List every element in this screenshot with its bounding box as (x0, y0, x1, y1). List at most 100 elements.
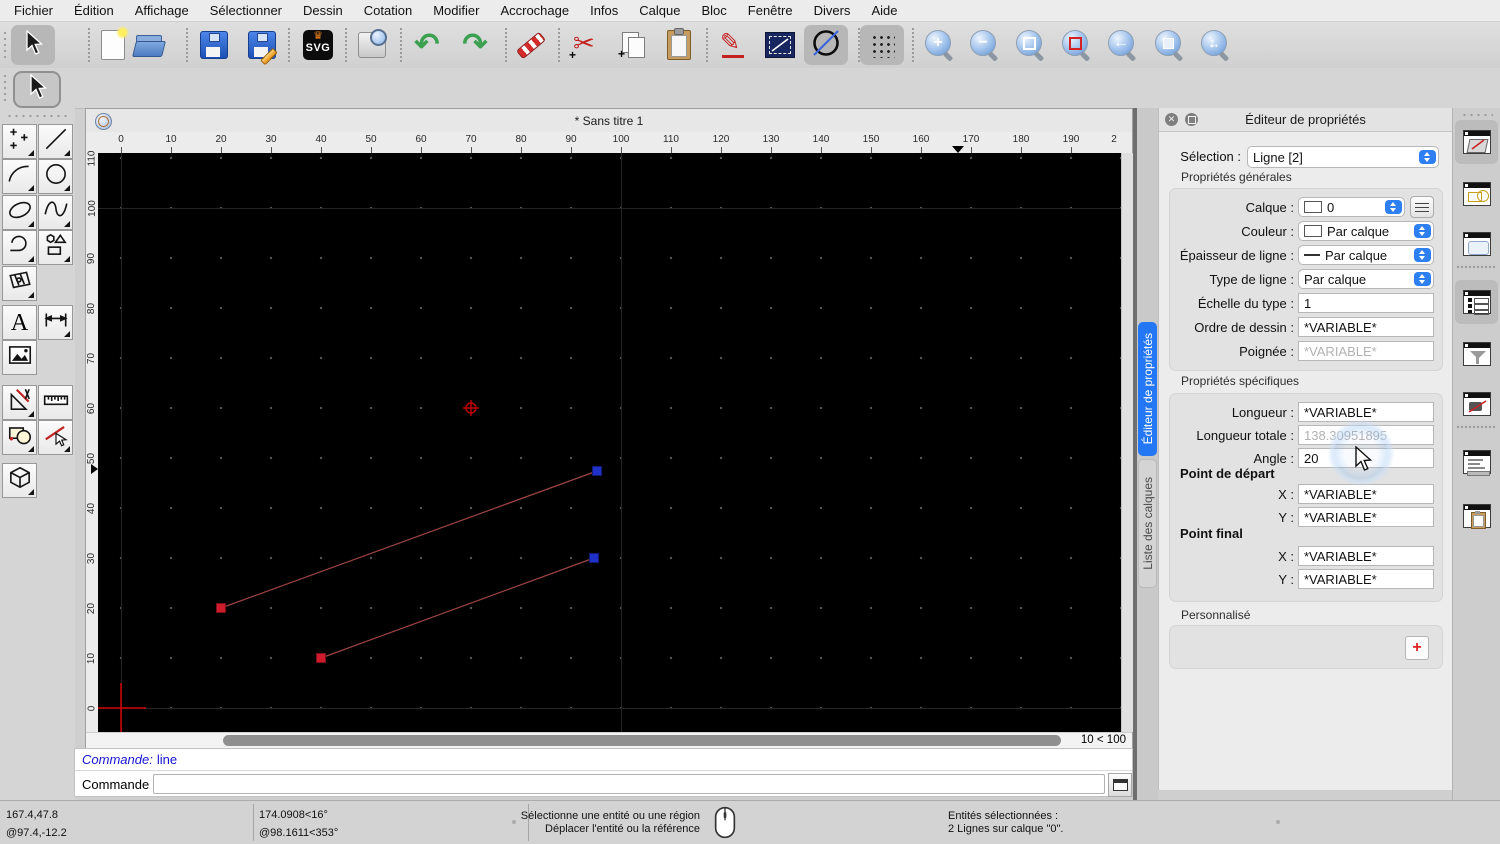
delete-button[interactable] (509, 25, 553, 65)
paste-button[interactable] (657, 25, 701, 65)
dropdown-stepper-icon[interactable] (1414, 248, 1431, 262)
end-point-handle[interactable] (590, 554, 599, 563)
grid-toggle-button[interactable] (860, 25, 904, 65)
panel-tab-property-editor[interactable]: Éditeur de propriétés (1138, 322, 1157, 456)
selection-rectangle-button[interactable] (758, 25, 802, 65)
polyline-tools-button[interactable] (2, 230, 37, 265)
command-input[interactable] (153, 774, 1105, 794)
menu-aide[interactable]: Aide (871, 3, 897, 18)
layer-menu-button[interactable] (1410, 196, 1434, 218)
end-point-handle[interactable] (593, 467, 602, 476)
modify-tools-button[interactable] (2, 385, 37, 420)
block-tools-button[interactable] (2, 463, 37, 498)
selection-filter-panel-button[interactable] (1455, 332, 1498, 376)
shape-tools-button[interactable] (38, 230, 73, 265)
property-field[interactable]: *VARIABLE* (1298, 507, 1434, 527)
zoom-in-button[interactable]: + (917, 25, 961, 65)
clipboard-panel-button[interactable] (1455, 494, 1498, 538)
horizontal-scrollbar-thumb[interactable] (223, 735, 1061, 746)
dropdown-stepper-icon[interactable] (1414, 224, 1431, 238)
explode-tools-button[interactable] (38, 420, 73, 455)
redo-button[interactable]: ↷ (453, 25, 497, 65)
options-bar-drag-handle[interactable] (2, 73, 8, 103)
snap-circle-button[interactable] (804, 25, 848, 65)
start-point-handle[interactable] (317, 654, 326, 663)
text-tool-button[interactable]: A (2, 305, 37, 340)
zoom-window-button[interactable] (1147, 25, 1191, 65)
menu-fenetre[interactable]: Fenêtre (748, 3, 793, 18)
add-custom-property-button[interactable]: + (1405, 636, 1429, 660)
property-field[interactable]: *VARIABLE* (1298, 484, 1434, 504)
menu-affichage[interactable]: Affichage (135, 3, 189, 18)
draw-pencil-button[interactable]: ✎ (712, 25, 756, 65)
vertical-scrollbar[interactable] (1121, 153, 1133, 732)
save-as-button[interactable] (240, 25, 284, 65)
menu-edition[interactable]: Édition (74, 3, 114, 18)
zoom-out-button[interactable]: − (962, 25, 1006, 65)
property-field[interactable]: *VARIABLE* (1298, 546, 1434, 566)
export-svg-button[interactable]: ♛SVG (296, 25, 340, 65)
menu-calque[interactable]: Calque (639, 3, 680, 18)
layer-list-panel-button[interactable] (1455, 280, 1498, 324)
property-editor-panel-button[interactable] (1455, 120, 1498, 164)
cut-button[interactable]: ✂+ (563, 25, 607, 65)
undo-button[interactable]: ↶ (405, 25, 449, 65)
hatch-tool-button[interactable] (2, 266, 37, 301)
image-tool-button[interactable] (2, 340, 37, 375)
menu-divers[interactable]: Divers (814, 3, 851, 18)
menu-accrochage[interactable]: Accrochage (500, 3, 569, 18)
dropdown-stepper-icon[interactable] (1385, 200, 1402, 214)
print-preview-button[interactable] (350, 25, 394, 65)
dimension-tools-button[interactable] (38, 305, 73, 340)
select-arrow-button[interactable] (11, 25, 55, 65)
selected-line-entity[interactable] (221, 471, 597, 608)
ellipse-tools-button[interactable] (2, 195, 37, 230)
block-list-panel-button[interactable] (1455, 382, 1498, 426)
property-dropdown[interactable]: 0 (1298, 197, 1405, 217)
property-field[interactable]: *VARIABLE* (1298, 569, 1434, 589)
selection-dropdown[interactable]: Ligne [2] (1247, 146, 1439, 168)
property-dropdown[interactable]: Par calque (1298, 245, 1434, 265)
menu-modifier[interactable]: Modifier (433, 3, 479, 18)
command-window-toggle-button[interactable] (1108, 773, 1132, 797)
selection-views-panel-button[interactable] (1455, 172, 1498, 216)
measure-tool-button[interactable] (38, 385, 73, 420)
property-field[interactable]: *VARIABLE* (1298, 317, 1434, 337)
panel-tab-layer-list[interactable]: Liste des calques (1138, 459, 1157, 588)
detach-panel-icon[interactable] (1185, 113, 1198, 126)
info-tools-button[interactable] (2, 420, 37, 455)
copy-button[interactable]: + (611, 25, 655, 65)
point-tools-button[interactable] (2, 124, 37, 159)
line-tools-button[interactable] (38, 124, 73, 159)
drawing-window-titlebar[interactable]: * Sans titre 1 (86, 109, 1132, 133)
drawing-canvas[interactable] (98, 153, 1121, 732)
menu-fichier[interactable]: Fichier (14, 3, 53, 18)
dropdown-stepper-icon[interactable] (1419, 150, 1436, 164)
arc-tools-button[interactable] (2, 159, 37, 194)
zoom-auto-button[interactable] (1008, 25, 1052, 65)
menu-cotation[interactable]: Cotation (364, 3, 412, 18)
dock-drag-handle[interactable] (1461, 113, 1493, 117)
selected-line-entity[interactable] (321, 558, 594, 658)
toolbar-drag-handle[interactable] (2, 30, 8, 60)
dropdown-stepper-icon[interactable] (1414, 272, 1431, 286)
zoom-previous-button[interactable]: ← (1100, 25, 1144, 65)
select-arrow-option[interactable] (13, 71, 61, 108)
menu-infos[interactable]: Infos (590, 3, 618, 18)
property-field[interactable]: *VARIABLE* (1298, 341, 1434, 361)
zoom-pan-button[interactable]: ↔↔ (1193, 25, 1237, 65)
palette-drag-handle[interactable] (6, 114, 68, 118)
spline-tools-button[interactable] (38, 195, 73, 230)
library-browser-panel-button[interactable] (1455, 222, 1498, 266)
horizontal-scrollbar[interactable]: 10 < 100 (86, 732, 1132, 749)
menu-bloc[interactable]: Bloc (701, 3, 726, 18)
property-dropdown[interactable]: Par calque (1298, 221, 1434, 241)
save-button[interactable] (192, 25, 236, 65)
property-field[interactable]: 1 (1298, 293, 1434, 313)
circle-tools-button[interactable] (38, 159, 73, 194)
start-point-handle[interactable] (217, 604, 226, 613)
menu-selectionner[interactable]: Sélectionner (210, 3, 282, 18)
open-document-button[interactable] (127, 25, 171, 65)
command-window-panel-button[interactable] (1455, 440, 1498, 484)
property-dropdown[interactable]: Par calque (1298, 269, 1434, 289)
